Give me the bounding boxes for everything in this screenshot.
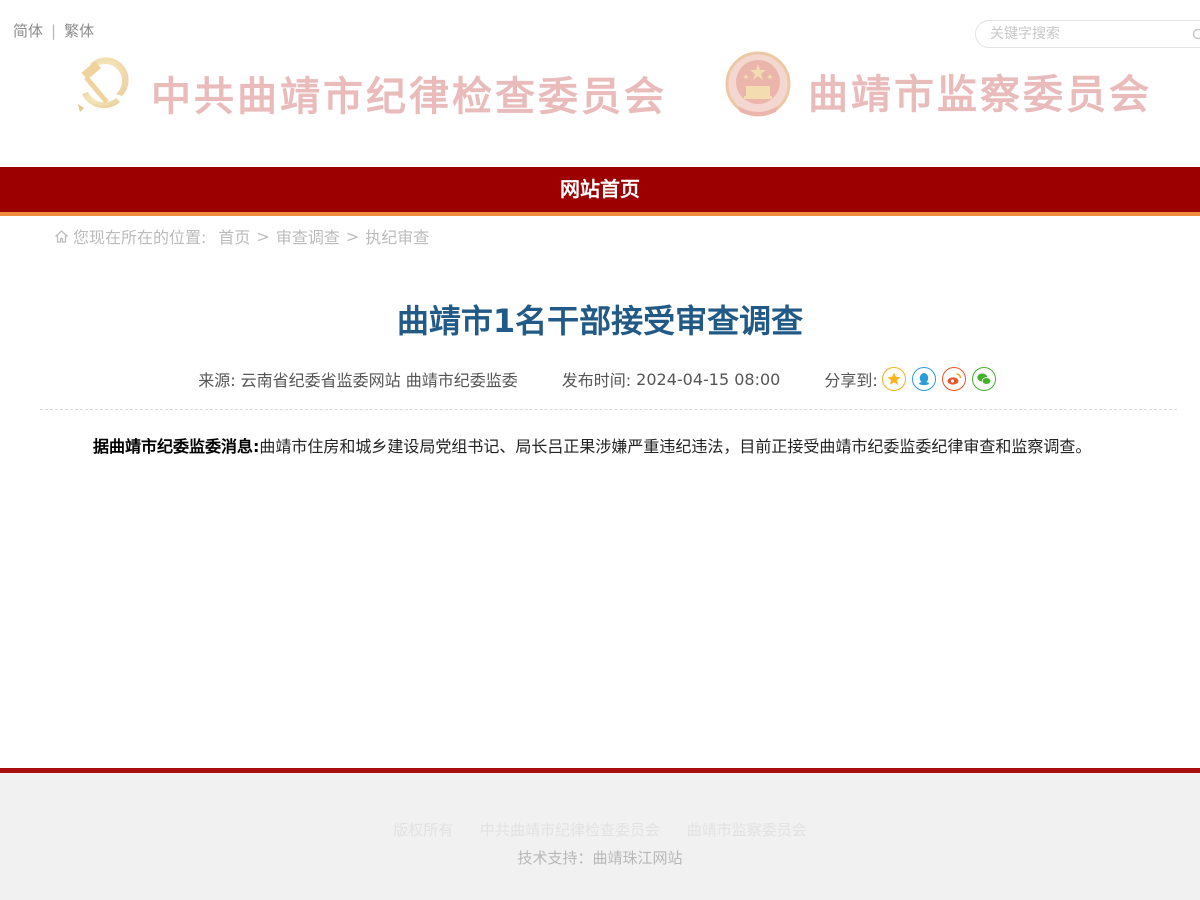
footer: 版权所有 中共曲靖市纪律检查委员会 曲靖市监察委员会 技术支持：曲靖珠江网站	[0, 773, 1200, 900]
meta-divider	[40, 409, 1177, 410]
search-box	[975, 20, 1200, 48]
footer-tech-support: 技术支持：曲靖珠江网站	[517, 849, 683, 867]
lang-separator: |	[51, 22, 57, 40]
language-switch: 简体 | 繁体	[13, 20, 94, 41]
article-title: 曲靖市1名干部接受审查调查	[396, 302, 804, 340]
breadcrumb-home[interactable]: 首页	[218, 224, 250, 248]
footer-copyright-row: 版权所有 中共曲靖市纪律检查委员会 曲靖市监察委员会	[0, 819, 1200, 840]
footer-copyright: 版权所有	[393, 821, 454, 839]
qq-icon[interactable]	[911, 367, 936, 391]
breadcrumb-investigation[interactable]: 审查调查	[276, 224, 340, 248]
search-input[interactable]	[990, 23, 1180, 45]
star-icon[interactable]	[881, 367, 906, 391]
breadcrumb: 您现在所在的位置: 首页 > 审查调查 > 执纪审查	[54, 224, 429, 248]
breadcrumb-separator: >	[345, 226, 360, 246]
footer-org-supervision: 曲靖市监察委员会	[686, 821, 807, 839]
source-value: 云南省纪委省监委网站 曲靖市纪委监委	[240, 371, 518, 390]
article-meta: 来源: 云南省纪委省监委网站 曲靖市纪委监委 发布时间: 2024-04-15 …	[0, 366, 1200, 392]
home-icon	[54, 229, 69, 244]
publish-time: 2024-04-15 08:00	[636, 369, 781, 389]
nav-underline	[0, 212, 1200, 216]
footer-org-discipline: 中共曲靖市纪律检查委员会	[479, 821, 660, 839]
wechat-icon[interactable]	[971, 367, 996, 391]
weibo-icon[interactable]	[941, 367, 966, 391]
article-lead: 据曲靖市纪委监委消息:	[93, 437, 260, 456]
source-label: 来源:	[198, 371, 236, 390]
publish-label: 发布时间:	[561, 371, 632, 390]
supervision-commission-title: 曲靖市监察委员会	[808, 71, 1152, 118]
breadcrumb-separator: >	[256, 226, 270, 246]
breadcrumb-discipline-review[interactable]: 执纪审查	[365, 224, 429, 248]
share-icons	[881, 367, 1002, 391]
article-body-text: 曲靖市住房和城乡建设局党组书记、局长吕正果涉嫌严重违纪违法，目前正接受曲靖市纪委…	[259, 437, 1092, 456]
share-label: 分享到:	[824, 371, 878, 390]
main-nav: 网站首页	[0, 167, 1200, 212]
article-body: 据曲靖市纪委监委消息:曲靖市住房和城乡建设局党组书记、局长吕正果涉嫌严重违纪违法…	[93, 436, 1113, 458]
page: 简体 | 繁体 中共曲靖市纪律检查委员会	[0, 0, 1200, 900]
lang-simplified-link[interactable]: 简体	[13, 22, 43, 40]
search-icon[interactable]	[1192, 27, 1200, 46]
party-emblem-icon	[68, 52, 134, 118]
national-emblem-icon	[724, 50, 792, 122]
breadcrumb-prefix: 您现在所在的位置:	[73, 228, 207, 247]
nav-home-link[interactable]: 网站首页	[0, 167, 1200, 212]
discipline-commission-title: 中共曲靖市纪律检查委员会	[151, 73, 667, 120]
lang-traditional-link[interactable]: 繁体	[64, 22, 94, 40]
